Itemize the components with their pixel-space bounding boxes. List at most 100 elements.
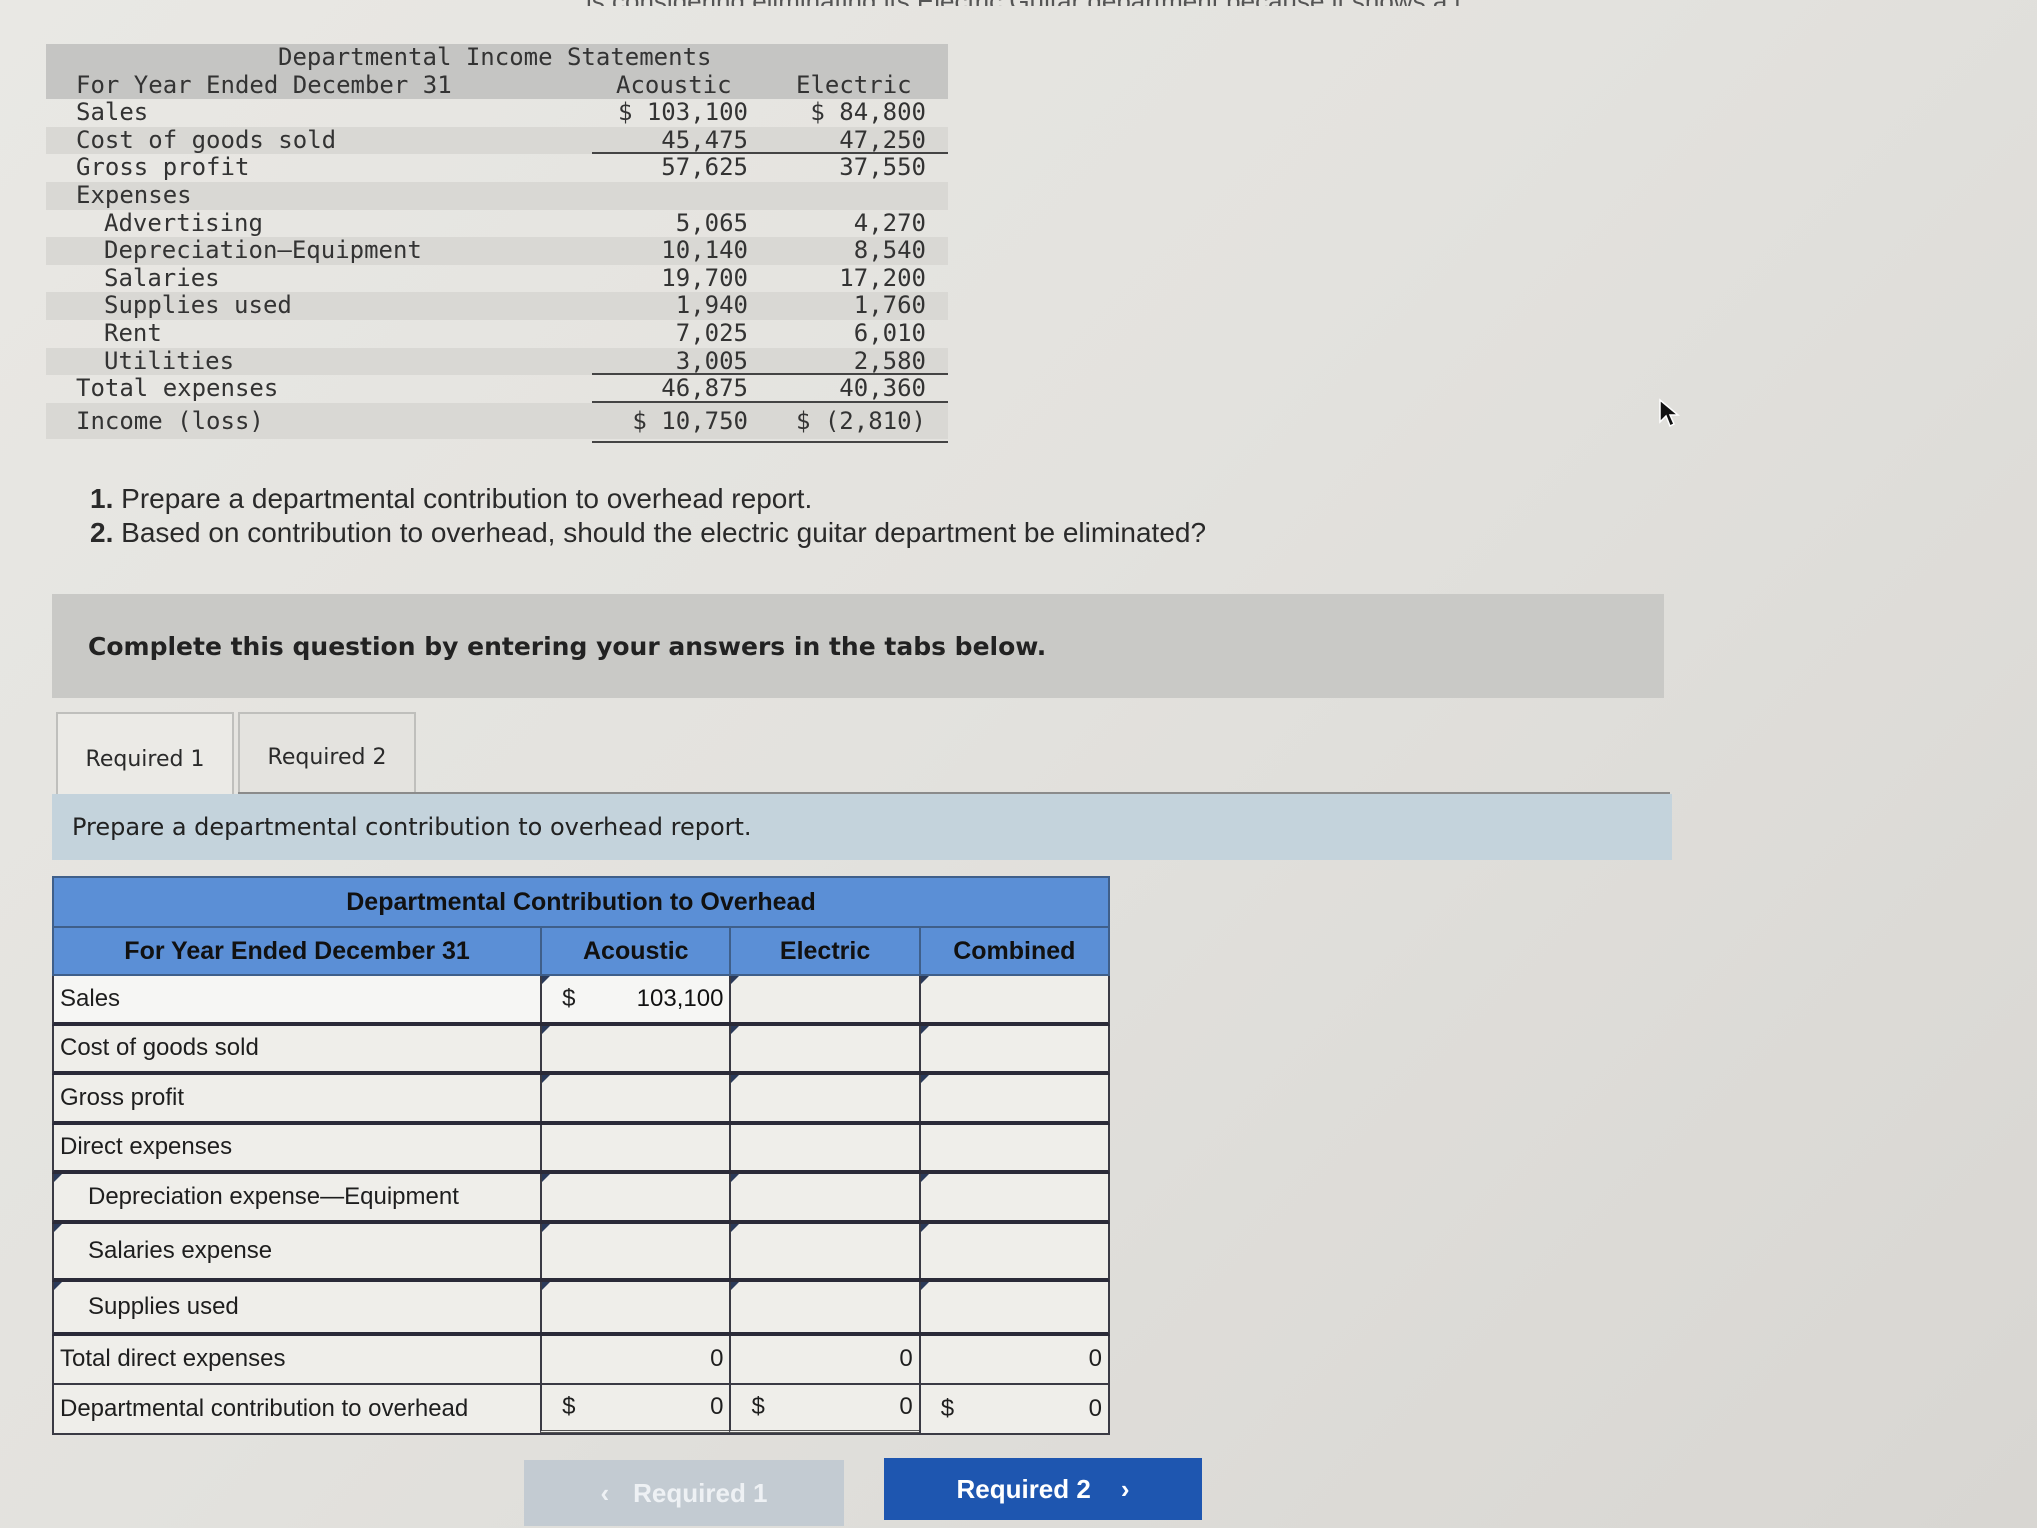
row-label[interactable]: Salaries expense <box>54 1223 540 1278</box>
prev-required-1-button[interactable]: ‹ Required 1 <box>524 1460 844 1526</box>
tab-instruction: Prepare a departmental contribution to o… <box>52 794 1672 860</box>
statement-row-label: Income (loss) <box>76 406 264 435</box>
supplies-electric-input[interactable] <box>731 1281 919 1332</box>
depreciation-combined-input[interactable] <box>920 1174 1109 1220</box>
supplies-electric-cell <box>729 1281 919 1332</box>
gross-profit-electric-input[interactable] <box>731 1075 919 1121</box>
statement-row: Depreciation—Equipment 10,140 8,540 <box>46 237 948 265</box>
input-flag-icon <box>731 1174 740 1182</box>
statement-electric-value: 47,250 <box>839 125 926 154</box>
statement-row-label: Cost of goods sold <box>76 125 337 154</box>
input-flag-icon <box>920 1174 929 1182</box>
statement-electric-value: 40,360 <box>839 374 926 403</box>
supplies-acoustic-input[interactable] <box>542 1281 730 1332</box>
input-flag-icon <box>731 1075 740 1083</box>
statement-header-row: For Year Ended December 31 Acoustic Elec… <box>46 70 948 100</box>
total-direct-combined: 0 <box>918 1335 1108 1383</box>
salaries-acoustic-input[interactable] <box>542 1223 730 1278</box>
row-label[interactable]: Depreciation expense—Equipment <box>54 1174 540 1220</box>
gross-profit-electric-cell <box>729 1075 919 1121</box>
statement-row: Advertising 5,065 4,270 <box>46 209 948 238</box>
empty-cell <box>729 1124 918 1170</box>
gross-profit-combined-input[interactable] <box>920 1075 1108 1121</box>
tab-bar: Required 1 Required 2 <box>56 712 416 804</box>
table-row-total-direct: Total direct expenses 0 0 0 <box>52 1335 1110 1385</box>
statement-acoustic-value: $ 10,750 <box>632 406 748 435</box>
row-label[interactable]: Supplies used <box>54 1281 540 1332</box>
salaries-combined-cell <box>918 1223 1109 1278</box>
statement-acoustic-value: 57,625 <box>661 153 748 182</box>
statement-row-label: Supplies used <box>104 291 292 320</box>
salaries-combined-input[interactable] <box>920 1223 1109 1278</box>
gross-profit-acoustic-cell <box>540 1075 730 1121</box>
cogs-acoustic-input[interactable] <box>542 1025 730 1071</box>
question-text: Prepare a departmental contribution to o… <box>121 483 813 514</box>
statement-electric-value: $ 84,800 <box>810 98 926 127</box>
salaries-electric-cell <box>729 1223 919 1278</box>
input-flag-icon <box>920 1281 929 1290</box>
statement-electric-value: 1,760 <box>853 291 926 320</box>
input-flag-icon <box>920 1075 929 1083</box>
row-label-text: Supplies used <box>88 1292 239 1320</box>
statement-row: Rent 7,025 6,010 <box>46 319 948 348</box>
statement-row: Supplies used 1,940 1,760 <box>46 292 948 320</box>
salaries-electric-input[interactable] <box>731 1223 919 1278</box>
row-label: Cost of goods sold <box>60 1034 259 1062</box>
chevron-left-icon: ‹ <box>600 1477 610 1508</box>
depreciation-acoustic-cell <box>540 1174 730 1220</box>
sales-combined-cell <box>918 976 1108 1022</box>
row-label: Departmental contribution to overhead <box>60 1394 469 1422</box>
contribution-table: Departmental Contribution to Overhead Fo… <box>52 876 1110 1435</box>
sales-combined-input[interactable] <box>920 976 1108 1022</box>
tab-required-2[interactable]: Required 2 <box>238 712 416 800</box>
contribution-acoustic: $0 <box>540 1385 730 1433</box>
col-acoustic-header: Acoustic <box>616 70 732 99</box>
statement-electric-value: 37,550 <box>839 153 926 182</box>
header-electric: Electric <box>729 928 918 974</box>
gross-profit-acoustic-input[interactable] <box>542 1075 730 1121</box>
total-direct-electric: 0 <box>729 1335 918 1383</box>
depreciation-acoustic-input[interactable] <box>542 1174 730 1220</box>
statement-acoustic-value: 3,005 <box>675 346 748 375</box>
question-text: Based on contribution to overhead, shoul… <box>121 517 1207 548</box>
computed-value: 0 <box>710 1345 724 1373</box>
input-flag-icon <box>542 1174 551 1182</box>
sales-electric-input[interactable] <box>731 976 919 1022</box>
statement-row-label: Sales <box>76 98 149 127</box>
table-row-supplies: Supplies used <box>52 1281 1110 1336</box>
chevron-right-icon: › <box>1120 1473 1130 1504</box>
tab-required-1[interactable]: Required 1 <box>56 712 234 804</box>
question-2: 2. Based on contribution to overhead, sh… <box>90 516 1206 550</box>
depreciation-combined-cell <box>918 1174 1109 1220</box>
supplies-acoustic-cell <box>540 1281 730 1332</box>
next-button-label: Required 2 <box>956 1473 1091 1504</box>
next-required-2-button[interactable]: Required 2 › <box>884 1458 1202 1520</box>
input-flag-icon <box>920 1025 929 1034</box>
question-list: 1. Prepare a departmental contribution t… <box>90 482 1206 550</box>
statement-acoustic-value: 10,140 <box>661 236 748 265</box>
statement-electric-value: $ (2,810) <box>795 406 926 435</box>
statement-row: Sales $ 103,100 $ 84,800 <box>46 99 948 127</box>
depreciation-electric-input[interactable] <box>731 1174 919 1220</box>
input-flag-icon <box>542 1075 551 1083</box>
header-combined: Combined <box>918 928 1108 974</box>
cogs-electric-input[interactable] <box>731 1025 919 1071</box>
banner-text: Complete this question by entering your … <box>88 631 1047 661</box>
table-row-gross-profit: Gross profit <box>52 1075 1110 1125</box>
table-row-salaries: Salaries expense <box>52 1223 1110 1282</box>
sales-acoustic-input[interactable] <box>542 976 730 1022</box>
input-flag-icon <box>542 1025 551 1034</box>
statement-row-label: Gross profit <box>76 153 250 182</box>
table-title: Departmental Contribution to Overhead <box>52 876 1110 926</box>
question-1: 1. Prepare a departmental contribution t… <box>90 482 1206 516</box>
empty-cell <box>540 1124 729 1170</box>
departmental-income-statement: Departmental Income Statements For Year … <box>46 43 948 443</box>
supplies-combined-input[interactable] <box>920 1281 1109 1332</box>
cogs-combined-cell <box>918 1025 1108 1071</box>
table-row-cogs: Cost of goods sold <box>52 1025 1110 1075</box>
sum-underline <box>592 440 948 443</box>
statement-row: Salaries 19,700 17,200 <box>46 264 948 293</box>
computed-value: 0 <box>899 1345 913 1373</box>
header-period: For Year Ended December 31 <box>124 936 470 965</box>
cogs-combined-input[interactable] <box>920 1025 1108 1071</box>
